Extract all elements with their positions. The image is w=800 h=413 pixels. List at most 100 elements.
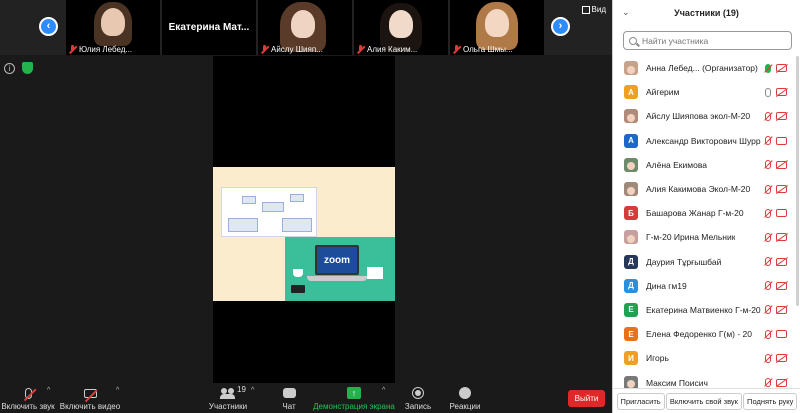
participant-row[interactable]: Максим Поисич [613,370,800,388]
zoom-laptop-image: zoom [285,237,395,301]
participant-row[interactable]: Айслу Шияпова экол-М-20 [613,104,800,128]
muted-mic-icon [260,45,269,54]
participant-row[interactable]: Алия Какимова Экол-М-20 [613,177,800,201]
chevron-up-icon[interactable]: ^ [251,387,254,394]
participant-name: Даурия Тұрғышбай [646,256,722,267]
muted-mic-icon [356,45,365,54]
video-off-icon [776,257,787,266]
participants-list: Анна Лебед... (Организатор) А Айгерим Айслу… [613,56,800,388]
avatar [624,109,638,124]
participant-row[interactable]: Е Елена Федоренко Г(м) - 20 [613,322,800,346]
avatar: Д [624,254,638,269]
avatar [624,157,638,172]
leave-button[interactable]: Выйти [568,390,605,407]
avatar: А [624,133,638,148]
muted-mic-icon [765,378,771,388]
reactions-button[interactable]: Реакции [450,385,480,411]
participant-row[interactable]: Алёна Екимова [613,153,800,177]
video-off-icon [776,354,787,363]
panel-title: Участники (19) [674,8,739,18]
video-off-icon [776,185,787,194]
chevron-left-icon: ‹ [46,20,51,32]
video-off-icon [776,64,787,73]
avatar: Б [624,206,638,221]
scrollbar[interactable] [796,56,799,306]
shield-icon[interactable] [22,62,33,74]
tile-name: Ольга Шмы... [463,45,513,54]
chevron-up-icon[interactable]: ^ [382,387,385,394]
chevron-up-icon[interactable]: ^ [47,387,50,394]
muted-mic-icon [765,281,771,291]
mic-icon [765,87,771,97]
video-off-icon [776,378,787,387]
record-icon [412,387,424,399]
avatar [624,61,638,76]
avatar [624,375,638,388]
search-input[interactable] [642,35,782,46]
video-tile[interactable]: Юлия Лебед... [66,0,160,55]
diagram-image [221,187,317,237]
participant-row[interactable]: И Игорь [613,346,800,370]
participant-name: Екатерина Матвиенко Г-м-20 [646,304,761,315]
video-tile[interactable]: Ольга Шмы... [450,0,544,55]
video-off-icon [776,305,787,314]
video-tile[interactable]: Айслу Шияп... [258,0,352,55]
muted-mic-icon [765,257,771,267]
record-button[interactable]: Запись [404,385,432,411]
zoom-window: ‹ Юлия Лебед... Екатерина Мат... Айслу Ш… [0,0,800,413]
avatar: И [624,351,638,366]
participant-row[interactable]: А Александр Викторович Шурр [613,129,800,153]
start-video-button[interactable]: Включить видео [60,385,120,411]
avatar: А [624,85,638,100]
emoji-icon [459,387,471,399]
participant-row[interactable]: Анна Лебед... (Организатор) [613,56,800,80]
participant-row[interactable]: Г-м-20 Ирина Мельник [613,225,800,249]
muted-mic-icon [765,160,771,170]
participant-row[interactable]: Б Башарова Жанар Г-м-20 [613,201,800,225]
muted-mic-icon [765,136,771,146]
zoom-logo: zoom [315,245,359,275]
video-tile[interactable]: Алия Каким... [354,0,448,55]
avatar [624,230,638,245]
view-button[interactable]: Вид [581,5,606,14]
video-off-icon [776,112,787,121]
participant-row[interactable]: Д Даурия Тұрғышбай [613,250,800,274]
shared-slide: zoom [213,167,395,301]
participant-name: Игорь [646,353,669,364]
video-icon [776,136,787,145]
prev-page-button[interactable]: ‹ [39,17,58,36]
muted-mic-icon [452,45,461,54]
video-tile[interactable]: Екатерина Мат... [162,0,256,55]
participant-row[interactable]: А Айгерим [613,80,800,104]
tile-name: Айслу Шияп... [271,45,323,54]
invite-button[interactable]: Пригласить [616,392,665,410]
muted-mic-icon [765,184,771,194]
raise-hand-button[interactable]: Поднять руку [743,392,798,410]
participant-name: Елена Федоренко Г(м) - 20 [646,329,752,340]
participant-row[interactable]: Д Дина гм19 [613,274,800,298]
chat-button[interactable]: Чат [278,385,300,411]
avatar: Е [624,302,638,317]
chevron-up-icon[interactable]: ^ [116,387,119,394]
video-off-icon [776,160,787,169]
muted-mic-icon [765,111,771,121]
video-icon [776,209,787,218]
participants-panel: ⌄ Участники (19) Анна Лебед... (Организа… [612,0,800,413]
participant-name: Дина гм19 [646,280,687,291]
share-screen-button[interactable]: ↑ Демонстрация экрана [313,385,395,411]
unmute-self-button[interactable]: Включить свой звук [665,392,742,410]
info-icon[interactable]: i [4,63,15,74]
avatar: Е [624,327,638,342]
chevron-right-icon: › [558,20,563,32]
booklet-icon [367,267,383,279]
cup-icon [293,269,303,277]
search-field[interactable] [623,31,792,50]
participant-row[interactable]: Е Екатерина Матвиенко Г-м-20 [613,298,800,322]
participant-name: Г-м-20 Ирина Мельник [646,232,736,243]
muted-mic-icon [765,232,771,242]
participant-name: Башарова Жанар Г-м-20 [646,208,744,219]
video-off-icon [776,88,787,97]
participant-name: Анна Лебед... (Организатор) [646,63,758,74]
tile-name: Екатерина Мат... [168,22,250,33]
next-page-button[interactable]: › [551,17,570,36]
